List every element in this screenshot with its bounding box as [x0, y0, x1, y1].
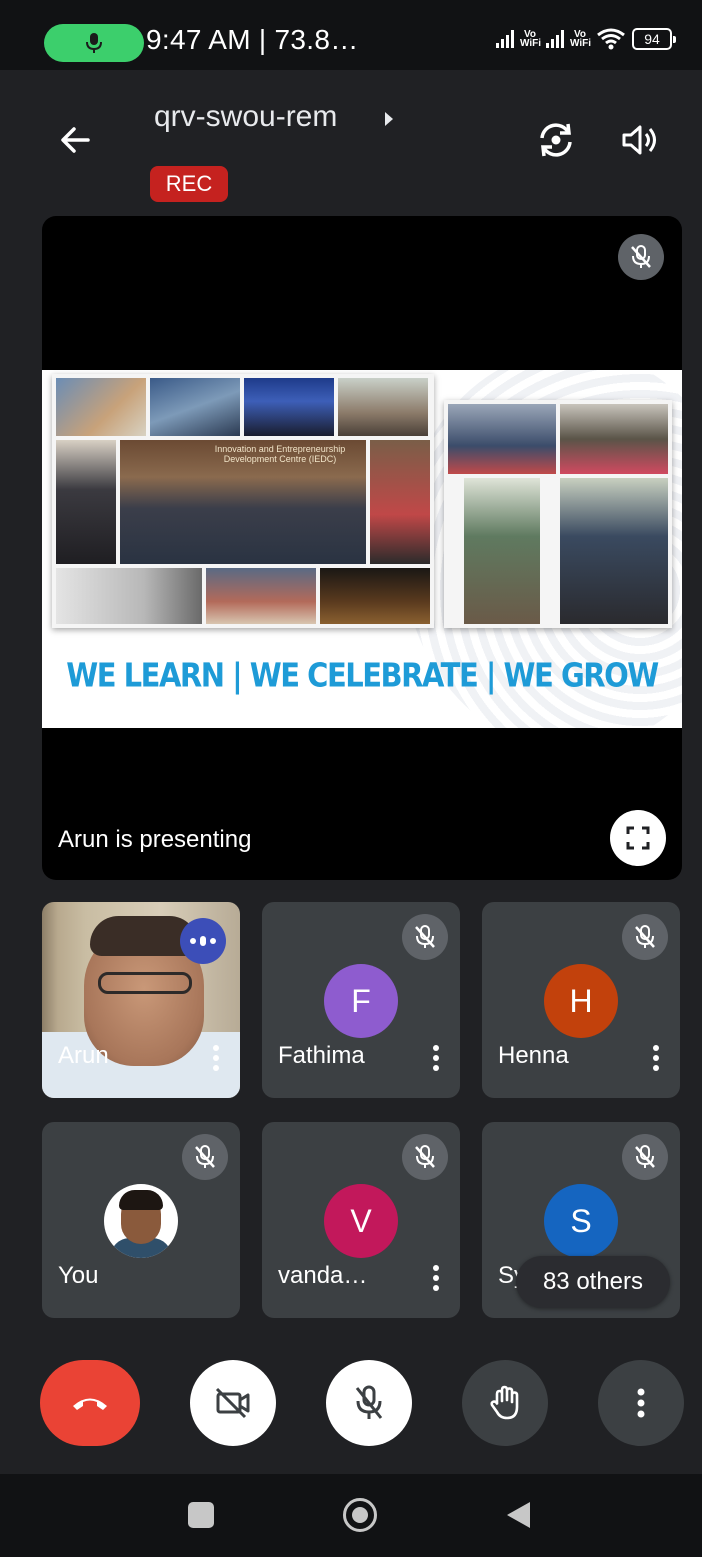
participant-name: Henna	[498, 1042, 569, 1069]
photo-robot	[56, 568, 202, 624]
caret-right-icon[interactable]	[382, 110, 396, 128]
avatar: H	[544, 964, 618, 1038]
participant-name: Fathima	[278, 1042, 365, 1069]
participant-tile-arun[interactable]: Arun	[42, 902, 240, 1098]
microphone-toggle-button[interactable]	[326, 1360, 412, 1446]
photo-classroom	[150, 378, 240, 436]
more-vert-icon	[637, 1388, 645, 1418]
others-count-pill[interactable]: 83 others	[516, 1256, 670, 1308]
wifi-icon	[597, 28, 625, 50]
presenting-label: Arun is presenting	[58, 826, 252, 853]
mic-off-icon	[355, 1385, 383, 1419]
system-nav-bar	[0, 1474, 702, 1557]
end-call-button[interactable]	[40, 1360, 140, 1446]
speaking-indicator-icon	[180, 918, 226, 964]
hang-up-icon	[73, 1398, 107, 1410]
mic-off-icon	[402, 914, 448, 960]
avatar-hair	[119, 1190, 163, 1210]
photo-workshop-1	[448, 404, 556, 474]
presentation-tile[interactable]: Innovation and Entrepreneurship Developm…	[42, 216, 682, 880]
avatar	[104, 1184, 178, 1258]
photo-collage-left: Innovation and Entrepreneurship Developm…	[52, 374, 434, 628]
switch-camera-icon[interactable]	[534, 118, 578, 162]
more-vert-icon[interactable]	[424, 1260, 448, 1296]
participant-name: vanda…	[278, 1262, 368, 1289]
video-glasses	[98, 972, 192, 994]
meeting-title[interactable]: qrv-swou-rem	[154, 100, 337, 134]
mic-off-icon	[622, 1134, 668, 1180]
signal-icon	[496, 30, 514, 48]
mic-off-icon	[182, 1134, 228, 1180]
avatar: V	[324, 1184, 398, 1258]
speaker-icon[interactable]	[618, 118, 662, 162]
photo-workshop-2	[560, 404, 668, 474]
fullscreen-icon	[626, 826, 650, 850]
hand-icon	[490, 1385, 519, 1420]
meeting-header: qrv-swou-rem REC	[0, 70, 702, 210]
fullscreen-button[interactable]	[610, 810, 666, 866]
photo-stage	[244, 378, 334, 436]
mic-off-icon	[622, 914, 668, 960]
shared-slide: Innovation and Entrepreneurship Developm…	[42, 370, 682, 728]
photo-night-event	[320, 568, 430, 624]
signal-icon-2	[546, 30, 564, 48]
back-triangle-icon[interactable]	[504, 1500, 532, 1530]
photo-speaker-woman	[56, 440, 116, 564]
microphone-icon	[86, 33, 102, 53]
more-vert-icon[interactable]	[424, 1040, 448, 1076]
photo-inceptra-group	[206, 568, 316, 624]
camera-off-icon	[215, 1387, 250, 1419]
mic-off-icon	[631, 245, 651, 268]
recording-badge: REC	[150, 166, 228, 202]
battery-icon: 94	[632, 28, 676, 50]
participant-tile-vanda[interactable]: V vanda…	[262, 1122, 460, 1318]
photo-collage-right	[444, 400, 672, 628]
participant-name: You	[58, 1262, 99, 1289]
photo-iedc-group: Innovation and Entrepreneurship Developm…	[120, 440, 366, 564]
participant-name: Arun	[58, 1042, 109, 1069]
more-options-button[interactable]	[598, 1360, 684, 1446]
photo-event-banner	[56, 378, 146, 436]
vowifi-label: Vo WiFi	[520, 29, 542, 49]
raise-hand-button[interactable]	[462, 1360, 548, 1446]
status-bar: 9:47 AM | 73.8… Vo WiFi Vo WiFi 94	[0, 0, 702, 70]
more-vert-icon[interactable]	[204, 1040, 228, 1076]
photo-workshop-3	[464, 478, 540, 624]
slide-tagline: WE LEARN | WE CELEBRATE | WE GROW	[66, 655, 659, 695]
recents-square-icon[interactable]	[188, 1502, 214, 1528]
participant-tile-fathima[interactable]: F Fathima	[262, 902, 460, 1098]
iedc-sign-text: Innovation and Entrepreneurship Developm…	[214, 444, 346, 464]
avatar: S	[544, 1184, 618, 1258]
avatar: F	[324, 964, 398, 1038]
back-arrow-icon[interactable]	[54, 118, 98, 162]
participant-tile-you[interactable]: You	[42, 1122, 240, 1318]
mic-off-icon	[402, 1134, 448, 1180]
camera-toggle-button[interactable]	[190, 1360, 276, 1446]
vowifi-label-2: Vo WiFi	[570, 29, 592, 49]
home-circle-icon[interactable]	[343, 1498, 377, 1532]
participant-tile-henna[interactable]: H Henna	[482, 902, 680, 1098]
more-vert-icon[interactable]	[644, 1040, 668, 1076]
photo-workshop-4	[560, 478, 668, 624]
presenter-muted-badge	[618, 234, 664, 280]
photo-group-outdoor	[338, 378, 428, 436]
status-icons: Vo WiFi Vo WiFi 94	[496, 28, 676, 50]
photo-speaker-man	[370, 440, 430, 564]
status-time: 9:47 AM | 73.8…	[146, 24, 359, 55]
active-call-mic-pill[interactable]	[44, 24, 144, 62]
